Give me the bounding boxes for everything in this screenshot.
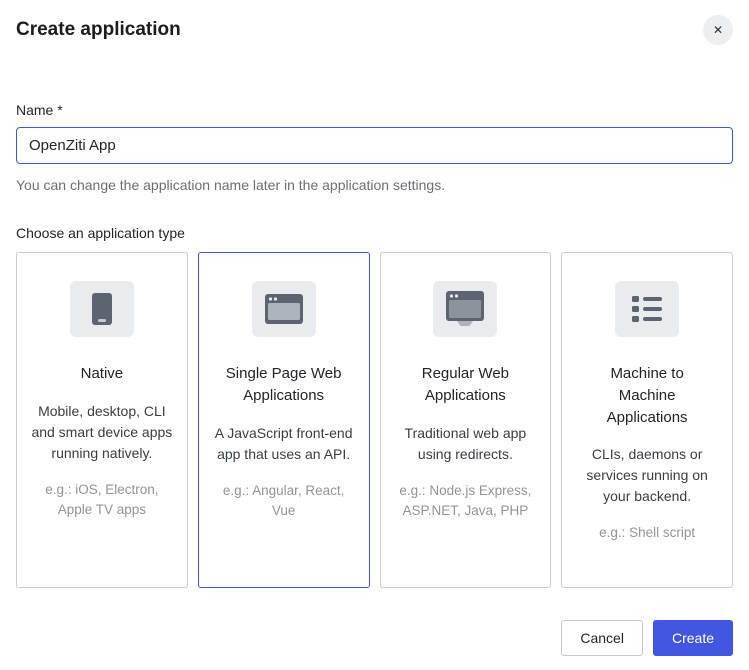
cancel-button[interactable]: Cancel	[561, 620, 643, 656]
close-icon: ✕	[713, 23, 723, 37]
app-type-card-grid: Native Mobile, desktop, CLI and smart de…	[16, 252, 733, 588]
choose-type-label: Choose an application type	[16, 225, 733, 241]
card-description: CLIs, daemons or services running on you…	[576, 444, 718, 507]
create-application-modal: Create application ✕ Name * You can chan…	[0, 0, 749, 670]
modal-footer: Cancel Create	[16, 620, 733, 656]
card-title: Machine to Machine Applications	[588, 363, 706, 428]
card-description: A JavaScript front-end app that uses an …	[213, 423, 355, 465]
card-example: e.g.: Angular, React, Vue	[214, 481, 354, 522]
create-button[interactable]: Create	[653, 620, 733, 656]
mobile-icon	[70, 281, 134, 337]
card-example: e.g.: Node.js Express, ASP.NET, Java, PH…	[395, 481, 535, 522]
card-title: Native	[81, 363, 124, 385]
modal-header: Create application ✕	[16, 0, 733, 45]
card-example: e.g.: iOS, Electron, Apple TV apps	[32, 480, 172, 521]
card-description: Mobile, desktop, CLI and smart device ap…	[31, 401, 173, 464]
app-type-card-m2m[interactable]: Machine to Machine Applications CLIs, da…	[561, 252, 733, 588]
web-server-icon	[433, 281, 497, 337]
name-label: Name *	[16, 102, 733, 118]
app-type-card-native[interactable]: Native Mobile, desktop, CLI and smart de…	[16, 252, 188, 588]
browser-window-icon	[252, 281, 316, 337]
name-input[interactable]	[16, 127, 733, 164]
card-title: Single Page Web Applications	[225, 363, 343, 407]
page-title: Create application	[16, 19, 181, 41]
card-example: e.g.: Shell script	[599, 523, 695, 543]
card-title: Regular Web Applications	[406, 363, 524, 407]
app-type-card-spa[interactable]: Single Page Web Applications A JavaScrip…	[198, 252, 370, 588]
app-type-card-regular-web[interactable]: Regular Web Applications Traditional web…	[380, 252, 552, 588]
card-description: Traditional web app using redirects.	[394, 423, 536, 465]
name-help-text: You can change the application name late…	[16, 177, 733, 193]
list-terminal-icon	[615, 281, 679, 337]
close-button[interactable]: ✕	[703, 15, 733, 45]
